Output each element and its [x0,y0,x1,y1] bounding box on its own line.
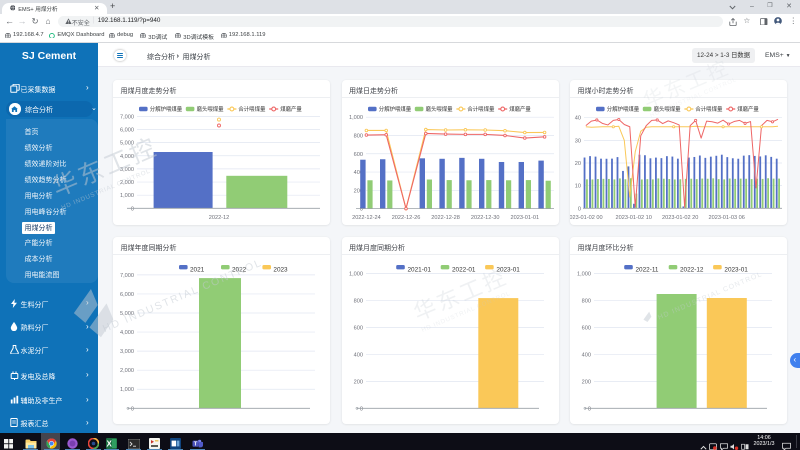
svg-text:0: 0 [588,406,591,412]
svg-text:合计喂煤量: 合计喂煤量 [467,105,495,113]
svg-text:800: 800 [353,134,362,140]
svg-text:2022-12-30: 2022-12-30 [470,215,499,221]
svg-text:2023-01: 2023-01 [496,266,520,273]
svg-text:2022-12: 2022-12 [680,266,704,273]
svg-text:2022-12-28: 2022-12-28 [431,215,460,221]
svg-text:合计喂煤量: 合计喂煤量 [695,105,723,113]
svg-text:2021-01: 2021-01 [407,266,431,273]
svg-text:3,000: 3,000 [120,349,134,355]
svg-text:2023-01: 2023-01 [724,266,748,273]
svg-text:2022-12: 2022-12 [209,215,230,221]
svg-text:1,000: 1,000 [349,271,363,277]
svg-text:2023-01-03 06: 2023-01-03 06 [709,215,745,221]
svg-text:煤磨产量: 煤磨产量 [280,105,302,113]
svg-text:2,000: 2,000 [120,368,134,374]
svg-text:600: 600 [353,152,362,158]
svg-text:800: 800 [582,298,591,304]
svg-text:30: 30 [575,139,581,145]
svg-text:400: 400 [582,352,591,358]
svg-text:2022-11: 2022-11 [636,266,659,273]
svg-text:200: 200 [353,379,362,385]
svg-text:40: 40 [575,116,581,122]
svg-text:2023-01-02 10: 2023-01-02 10 [616,215,652,221]
svg-text:400: 400 [353,352,362,358]
svg-text:10: 10 [575,184,581,190]
svg-text:2022-12-26: 2022-12-26 [391,215,420,221]
svg-text:2022-01: 2022-01 [452,266,476,273]
svg-text:磨头喂煤量: 磨头喂煤量 [425,105,453,113]
svg-text:2023: 2023 [273,266,288,273]
svg-text:2,000: 2,000 [120,180,134,186]
svg-text:7,000: 7,000 [120,273,134,279]
svg-text:7,000: 7,000 [120,115,134,121]
svg-text:6,000: 6,000 [120,128,134,134]
svg-text:20: 20 [575,161,581,167]
svg-text:2022: 2022 [232,266,247,273]
svg-text:0: 0 [578,207,581,213]
svg-text:600: 600 [582,325,591,331]
svg-text:800: 800 [353,298,362,304]
svg-text:4,000: 4,000 [120,330,134,336]
svg-text:1,000: 1,000 [120,387,134,393]
svg-text:合计喂煤量: 合计喂煤量 [238,105,266,113]
svg-text:磨头喂煤量: 磨头喂煤量 [197,105,225,113]
svg-text:3,000: 3,000 [120,167,134,173]
svg-text:1,000: 1,000 [349,115,363,121]
svg-text:2023-01-02 20: 2023-01-02 20 [662,215,698,221]
svg-text:6,000: 6,000 [120,292,134,298]
svg-text:X: X [106,439,112,448]
svg-text:分解炉喂煤量: 分解炉喂煤量 [150,105,183,113]
svg-text:煤磨产量: 煤磨产量 [737,105,759,113]
svg-text:4,000: 4,000 [120,154,134,160]
svg-text:磨头喂煤量: 磨头喂煤量 [654,105,682,113]
svg-text:1,000: 1,000 [120,193,134,199]
svg-text:200: 200 [582,379,591,385]
svg-text:分解炉喂煤量: 分解炉喂煤量 [378,105,411,113]
svg-text:2023-01-01: 2023-01-01 [510,215,539,221]
svg-text:煤磨产量: 煤磨产量 [509,105,531,113]
svg-text:分解炉喂煤量: 分解炉喂煤量 [607,105,640,113]
svg-text:0: 0 [131,406,134,412]
svg-text:2021: 2021 [190,266,205,273]
svg-text:5,000: 5,000 [120,141,134,147]
svg-text:2022-12-24: 2022-12-24 [352,215,381,221]
svg-text:023-01-02 00: 023-01-02 00 [570,215,603,221]
svg-text:0: 0 [131,207,134,213]
svg-text:0: 0 [359,406,362,412]
svg-text:1,000: 1,000 [577,271,591,277]
svg-text:600: 600 [353,325,362,331]
svg-text:5,000: 5,000 [120,311,134,317]
